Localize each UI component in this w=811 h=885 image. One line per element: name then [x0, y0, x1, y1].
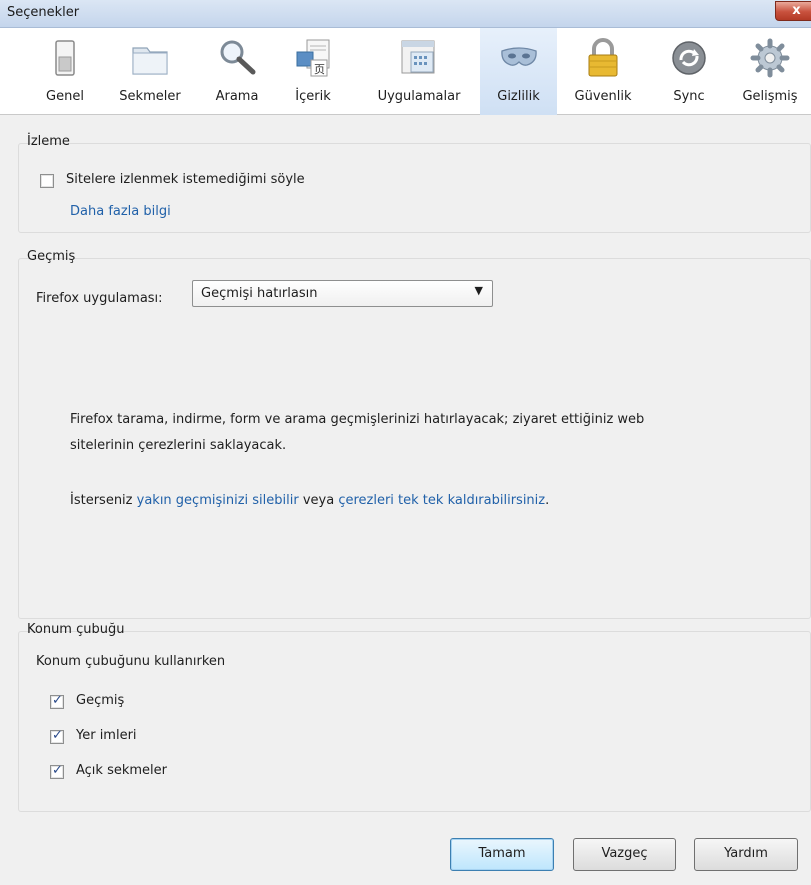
open-tabs-suggest-label: Açık sekmeler [76, 763, 167, 778]
tab-label: İçerik [295, 89, 331, 104]
options-window: Seçenekler x Genel Sekmeler Arama 页 İçer… [0, 0, 811, 885]
history-title: Geçmiş [27, 249, 76, 264]
tab-label: Arama [215, 89, 259, 104]
do-not-track-checkbox[interactable] [40, 174, 54, 188]
tab-label: Sync [673, 89, 705, 104]
tab-label: Sekmeler [119, 89, 181, 104]
options-toolbar: Genel Sekmeler Arama 页 İçerik Uygulamala… [0, 28, 811, 115]
tab-sync[interactable]: Sync [649, 28, 729, 115]
location-bar-title: Konum çubuğu [27, 622, 125, 637]
tracking-title: İzleme [27, 134, 70, 149]
tab-guvenlik[interactable]: Güvenlik [557, 28, 649, 115]
help-button[interactable]: Yardım [694, 838, 798, 871]
location-bar-group: Konum çubuğu Konum çubuğunu kullanırken … [18, 622, 811, 812]
close-icon: x [792, 3, 801, 18]
sentence-suffix: . [545, 493, 550, 508]
sentence-middle: veya [298, 493, 339, 508]
history-description-line1: Firefox tarama, indirme, form ve arama g… [70, 412, 645, 427]
tab-genel[interactable]: Genel [26, 28, 104, 115]
tab-label: Güvenlik [574, 89, 632, 104]
ok-button[interactable]: Tamam [450, 838, 554, 871]
dropdown-arrow-icon: ▼ [474, 284, 483, 297]
bookmarks-suggest-label: Yer imleri [76, 728, 137, 743]
magnifier-icon [220, 40, 256, 75]
history-description-line2: sitelerinin çerezlerini saklayacak. [70, 438, 287, 453]
tab-gelismis[interactable]: Gelişmiş [729, 28, 811, 115]
mask-icon [500, 47, 537, 66]
history-mode-value: Geçmişi hatırlasın [201, 286, 318, 301]
remove-cookies-link[interactable]: çerezleri tek tek kaldırabilirsiniz [338, 493, 545, 508]
sync-icon [672, 41, 706, 75]
switch-icon [55, 40, 75, 76]
tab-label: Gizlilik [497, 89, 540, 104]
tab-sekmeler[interactable]: Sekmeler [104, 28, 196, 115]
padlock-icon [588, 38, 618, 77]
tab-label: Gelişmiş [742, 89, 798, 104]
applications-icon [401, 40, 435, 74]
sentence-prefix: İsterseniz [70, 493, 137, 508]
gear-icon [750, 38, 790, 78]
do-not-track-label: Sitelere izlenmek istemediğimi söyle [66, 172, 305, 187]
location-bar-subtitle: Konum çubuğunu kullanırken [36, 654, 226, 669]
bookmarks-suggest-checkbox[interactable] [50, 728, 64, 744]
firefox-mode-label: Firefox uygulaması: [36, 291, 163, 306]
tab-icerik[interactable]: 页 İçerik [278, 28, 348, 115]
tracking-group: İzleme Sitelere izlenmek istemediğimi sö… [18, 134, 811, 233]
svg-text:页: 页 [314, 63, 325, 76]
open-tabs-suggest-checkbox[interactable] [50, 763, 64, 779]
tab-label: Genel [46, 89, 84, 104]
tab-label: Uygulamalar [377, 89, 461, 104]
clear-recent-history-link[interactable]: yakın geçmişinizi silebilir [137, 493, 299, 508]
history-group: Geçmiş Firefox uygulaması: Geçmişi hatır… [18, 249, 811, 619]
history-mode-select[interactable]: Geçmişi hatırlasın ▼ [192, 280, 493, 307]
cancel-button[interactable]: Vazgeç [573, 838, 676, 871]
content-document-icon: 页 [296, 39, 330, 77]
tab-gizlilik[interactable]: Gizlilik [480, 28, 557, 115]
privacy-panel: İzleme Sitelere izlenmek istemediğimi sö… [18, 125, 811, 825]
history-suggest-checkbox[interactable] [50, 693, 64, 709]
folder-tabs-icon [132, 47, 168, 75]
tab-arama[interactable]: Arama [196, 28, 278, 115]
history-suggest-label: Geçmiş [76, 693, 125, 708]
window-title: Seçenekler [7, 5, 80, 20]
more-info-link[interactable]: Daha fazla bilgi [70, 204, 171, 219]
tab-uygulamalar[interactable]: Uygulamalar [360, 28, 478, 115]
history-actions-sentence: İsterseniz yakın geçmişinizi silebilir v… [70, 493, 549, 508]
title-bar: Seçenekler x [0, 0, 811, 28]
close-button[interactable]: x [775, 1, 811, 21]
